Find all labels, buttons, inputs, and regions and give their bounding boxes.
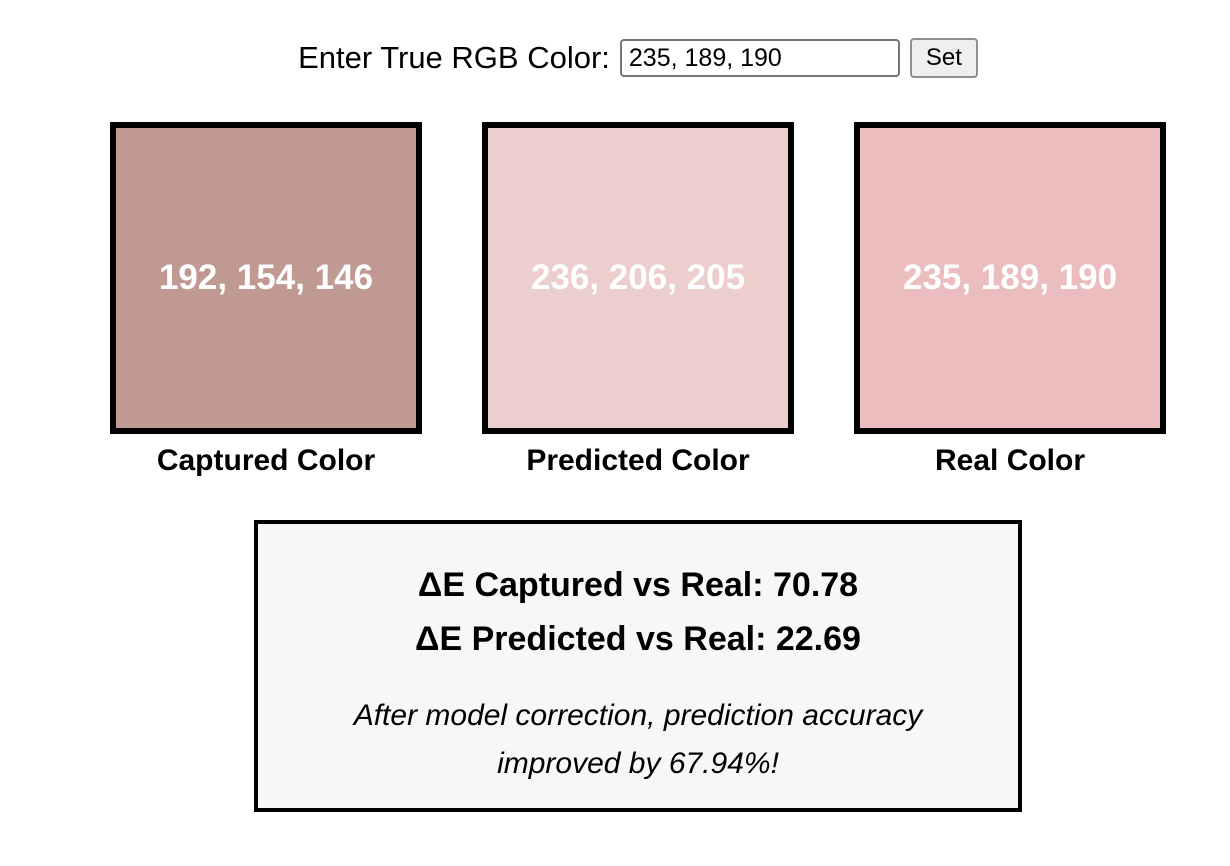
swatch-panel: 192, 154, 146 Captured Color 236, 206, 2… [0,122,1230,482]
swatch-captured: 192, 154, 146 Captured Color [110,122,422,478]
real-color-swatch: 235, 189, 190 [854,122,1166,434]
predicted-color-value: 236, 206, 205 [530,258,746,297]
predicted-color-label: Predicted Color [526,444,750,477]
delta-predicted-vs-real: ΔE Predicted vs Real: 22.69 [415,620,861,658]
rgb-input-label: Enter True RGB Color: [298,40,610,75]
results-panel: ΔE Captured vs Real: 70.78 ΔE Predicted … [254,520,1022,812]
real-color-value: 235, 189, 190 [902,258,1118,297]
set-button[interactable]: Set [909,38,978,78]
captured-color-swatch: 192, 154, 146 [110,122,422,434]
swatch-real: 235, 189, 190 Real Color [854,122,1166,478]
captured-color-label: Captured Color [156,444,376,477]
real-color-label: Real Color [934,444,1086,477]
captured-color-value: 192, 154, 146 [158,258,374,297]
rgb-input-row: Enter True RGB Color: Set [0,38,1230,78]
swatch-predicted: 236, 206, 205 Predicted Color [482,122,794,478]
predicted-color-swatch: 236, 206, 205 [482,122,794,434]
rgb-input[interactable] [619,39,900,77]
delta-captured-vs-real: ΔE Captured vs Real: 70.78 [417,566,859,604]
accuracy-summary: After model correction, prediction accur… [353,699,923,780]
